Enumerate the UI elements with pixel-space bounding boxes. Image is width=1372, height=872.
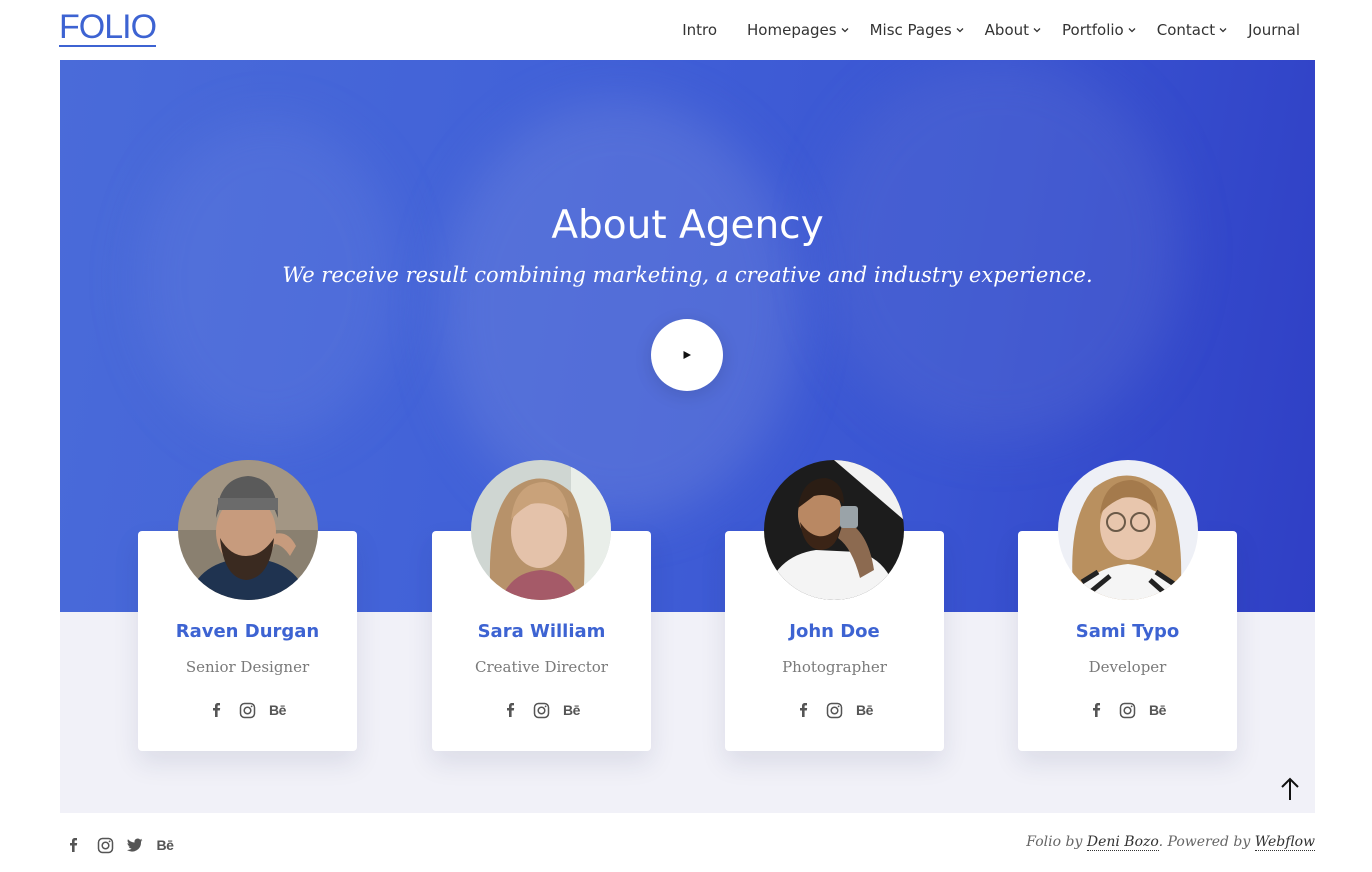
instagram-icon[interactable] [96, 836, 114, 854]
hero-background-photo [440, 100, 800, 520]
nav-item-portfolio[interactable]: Portfolio [1062, 18, 1137, 42]
arrow-up-icon [1278, 776, 1302, 802]
team-member-role: Creative Director [475, 658, 608, 676]
footer-social-links: Bē [66, 836, 174, 854]
chevron-down-icon [1218, 25, 1228, 35]
instagram-icon[interactable] [826, 701, 844, 719]
nav-item-label: About [984, 21, 1030, 39]
behance-icon[interactable]: Bē [269, 701, 287, 719]
nav-item-about[interactable]: About [985, 18, 1042, 42]
team-social-links: Bē [138, 701, 357, 719]
nav-item-contact[interactable]: Contact [1157, 18, 1228, 42]
behance-icon[interactable]: Bē [1149, 701, 1167, 719]
behance-icon[interactable]: Bē [156, 836, 174, 854]
nav-item-label: Journal [1248, 21, 1300, 39]
nav-item-intro[interactable]: Intro [682, 18, 717, 42]
behance-icon[interactable]: Bē [563, 701, 581, 719]
chevron-down-icon [840, 25, 850, 35]
twitter-icon[interactable] [126, 836, 144, 854]
team-member-role: Senior Designer [185, 658, 310, 676]
avatar [1058, 460, 1198, 600]
avatar [178, 460, 318, 600]
page-title: About Agency [551, 203, 824, 248]
site-logo[interactable]: FOLIO [59, 10, 157, 47]
team-member-name: Raven Durgan [175, 621, 320, 642]
behance-icon[interactable]: Bē [856, 701, 874, 719]
facebook-icon[interactable] [209, 701, 227, 719]
chevron-down-icon [1127, 25, 1137, 35]
instagram-icon[interactable] [1119, 701, 1137, 719]
nav-item-label: Contact [1156, 21, 1216, 39]
hero-subtitle: We receive result combining marketing, a… [282, 263, 1093, 287]
instagram-icon[interactable] [533, 701, 551, 719]
play-video-button[interactable] [651, 319, 723, 391]
instagram-icon[interactable] [239, 701, 257, 719]
nav-item-label: Intro [682, 21, 718, 39]
avatar [764, 460, 904, 600]
footer-credit: Folio by Deni Bozo. Powered by Webflow [1026, 834, 1315, 851]
team-member-name: John Doe [789, 621, 880, 642]
facebook-icon[interactable] [796, 701, 814, 719]
credit-middle: . Powered by [1158, 834, 1255, 850]
facebook-icon[interactable] [66, 836, 84, 854]
author-link[interactable]: Deni Bozo [1086, 834, 1159, 851]
nav-item-journal[interactable]: Journal [1248, 18, 1300, 42]
team-member-name: Sami Typo [1075, 621, 1180, 642]
team-member-role: Developer [1088, 658, 1167, 676]
credit-prefix: Folio by [1026, 834, 1087, 850]
team-member-role: Photographer [782, 658, 887, 676]
nav-item-label: Misc Pages [869, 21, 952, 39]
team-social-links: Bē [1018, 701, 1237, 719]
platform-link[interactable]: Webflow [1254, 834, 1315, 851]
site-header: FOLIO Intro Homepages Misc Pages About P… [0, 0, 1372, 60]
team-social-links: Bē [432, 701, 651, 719]
play-icon [682, 350, 692, 360]
chevron-down-icon [1032, 25, 1042, 35]
nav-item-label: Homepages [747, 21, 837, 39]
nav-item-homepages[interactable]: Homepages [747, 18, 850, 42]
chevron-down-icon [955, 25, 965, 35]
team-member-name: Sara William [477, 621, 606, 642]
nav-item-label: Portfolio [1062, 21, 1124, 39]
nav-item-misc-pages[interactable]: Misc Pages [870, 18, 965, 42]
team-social-links: Bē [725, 701, 944, 719]
facebook-icon[interactable] [503, 701, 521, 719]
main-nav: Intro Homepages Misc Pages About Portfol… [682, 18, 1300, 42]
facebook-icon[interactable] [1089, 701, 1107, 719]
hero-background-shape [820, 60, 1180, 440]
back-to-top-button[interactable] [1278, 776, 1302, 802]
avatar [471, 460, 611, 600]
